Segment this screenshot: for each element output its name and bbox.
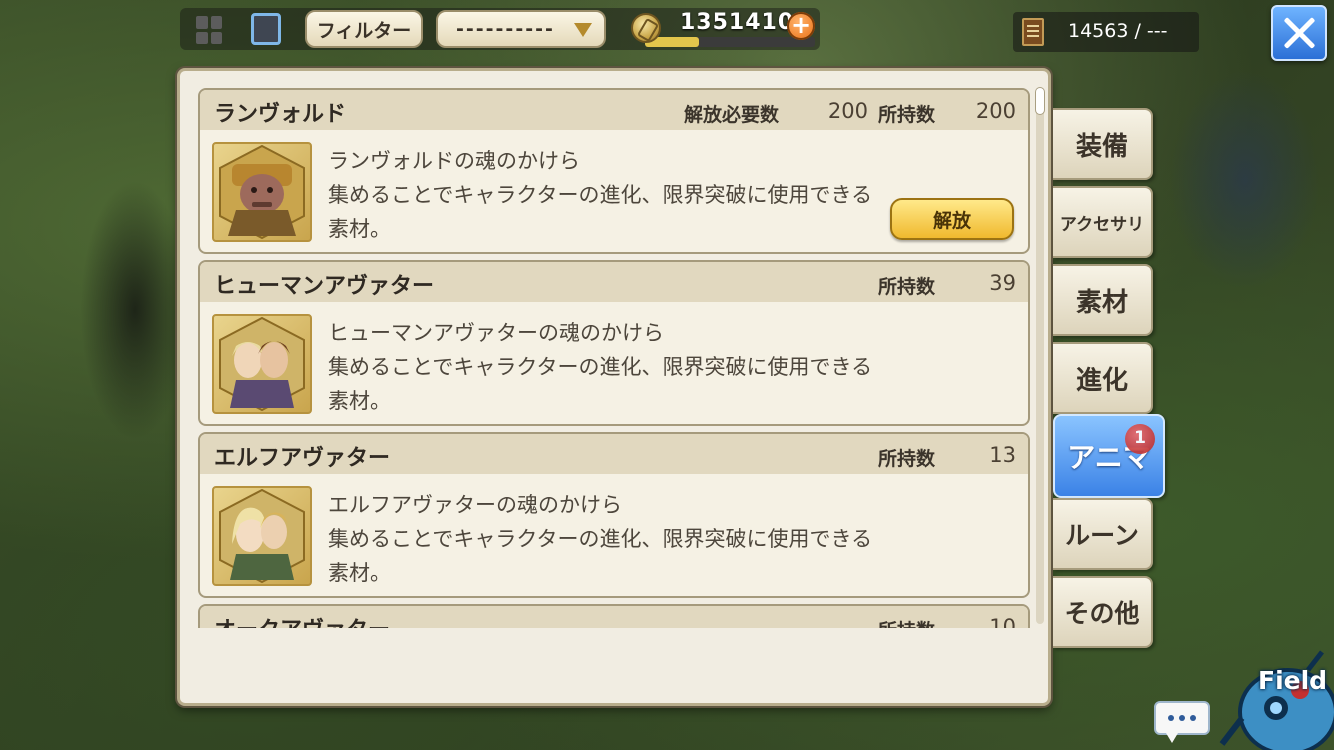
coin-icon: [631, 13, 661, 43]
description-body: 集めることでキャラクターの進化、限界突破に使用できる素材。: [328, 355, 873, 413]
description-title: ランヴォルドの魂のかけら: [328, 149, 580, 173]
owned-value: 200: [975, 99, 1016, 123]
owned-value: 39: [989, 271, 1016, 295]
owned-label: 所持数: [878, 616, 935, 628]
description-body: 集めることでキャラクターの進化、限界突破に使用できる素材。: [328, 183, 873, 241]
single-view-icon[interactable]: [251, 13, 281, 45]
owned-label: 所持数: [878, 276, 936, 298]
card-header: ランヴォルド 解放必要数 200 所持数 200: [200, 90, 1028, 130]
owned-value: 10: [989, 615, 1016, 628]
tab-equipment[interactable]: 装備: [1053, 108, 1153, 180]
item-list[interactable]: ランヴォルド 解放必要数 200 所持数 200 ランヴォルドの魂のかけら 集め: [198, 88, 1032, 628]
sort-dropdown[interactable]: ----------: [436, 10, 606, 48]
item-name: ヒューマンアヴァター: [214, 274, 435, 299]
coin-progress-bar: [645, 37, 815, 47]
tab-rune[interactable]: ルーン: [1053, 498, 1153, 570]
card-header: オークアヴァター 所持数 10: [200, 606, 1028, 628]
owned-label: 所持数: [878, 448, 936, 470]
list-scrollbar[interactable]: [1036, 88, 1044, 624]
list-item[interactable]: エルフアヴァター 所持数 13 エルフアヴァターの魂のかけら 集めることでキャラ…: [198, 432, 1030, 598]
list-item[interactable]: オークアヴァター 所持数 10: [198, 604, 1030, 628]
inventory-icon: [1022, 18, 1044, 46]
item-description: ランヴォルドの魂のかけら 集めることでキャラクターの進化、限界突破に使用できる素…: [328, 144, 888, 246]
notification-badge: 1: [1125, 424, 1155, 454]
filter-button[interactable]: フィルター: [305, 10, 423, 48]
unlock-button[interactable]: 解放: [890, 198, 1014, 240]
item-name: オークアヴァター: [214, 612, 390, 628]
item-description: ヒューマンアヴァターの魂のかけら 集めることでキャラクターの進化、限界突破に使用…: [328, 316, 888, 418]
background-figure: [80, 180, 190, 440]
description-body: 集めることでキャラクターの進化、限界突破に使用できる素材。: [328, 527, 873, 585]
card-header: ヒューマンアヴァター 所持数 39: [200, 262, 1028, 302]
card-header: エルフアヴァター 所持数 13: [200, 434, 1028, 474]
chevron-down-icon: [574, 23, 592, 37]
required-label: 解放必要数: [684, 104, 780, 126]
required-value: 200: [827, 99, 868, 123]
tab-accessory[interactable]: アクセサリ: [1053, 186, 1153, 258]
owned-label: 所持数: [878, 104, 936, 126]
tab-evolution[interactable]: 進化: [1053, 342, 1153, 414]
owned-value: 13: [989, 443, 1016, 467]
inventory-count: 14563 / ---: [1068, 20, 1168, 42]
coin-count: 1351410: [680, 10, 795, 35]
item-description: エルフアヴァターの魂のかけら 集めることでキャラクターの進化、限界突破に使用でき…: [328, 488, 888, 590]
list-item[interactable]: ヒューマンアヴァター 所持数 39 ヒューマンアヴァターの魂のかけら 集めること…: [198, 260, 1030, 426]
background-structure: [1170, 70, 1320, 290]
item-name: ランヴォルド: [214, 102, 347, 127]
tab-material[interactable]: 素材: [1053, 264, 1153, 336]
character-portrait: [212, 314, 312, 414]
plus-icon[interactable]: +: [787, 12, 815, 40]
list-item[interactable]: ランヴォルド 解放必要数 200 所持数 200 ランヴォルドの魂のかけら 集め: [198, 88, 1030, 254]
field-icon[interactable]: [1218, 648, 1334, 750]
close-icon[interactable]: [1271, 5, 1327, 61]
field-label: Field: [1258, 666, 1328, 695]
tab-other[interactable]: その他: [1053, 576, 1153, 648]
description-title: エルフアヴァターの魂のかけら: [328, 493, 622, 517]
chat-icon[interactable]: [1154, 701, 1210, 743]
description-title: ヒューマンアヴァターの魂のかけら: [328, 321, 664, 345]
item-name: エルフアヴァター: [214, 446, 391, 471]
dropdown-value: ----------: [456, 18, 555, 40]
character-portrait: [212, 142, 312, 242]
scroll-thumb[interactable]: [1036, 88, 1044, 114]
character-portrait: [212, 486, 312, 586]
grid-view-icon[interactable]: [196, 16, 222, 44]
